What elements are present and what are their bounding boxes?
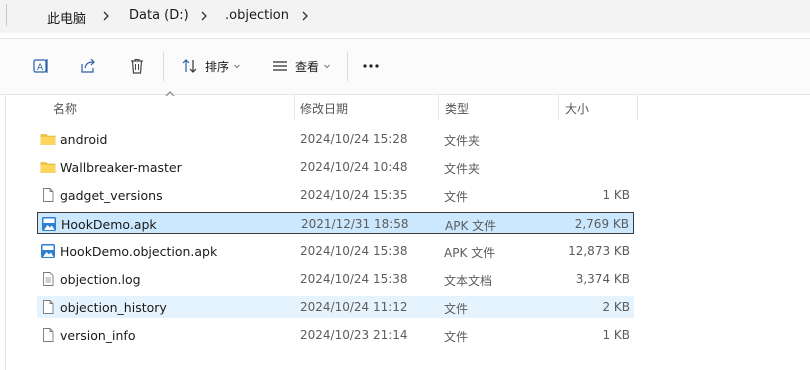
toolbar-separator <box>163 52 164 81</box>
file-type: 文件 <box>444 302 469 316</box>
breadcrumb-objection[interactable]: .objection <box>225 8 289 23</box>
chevron-right-icon[interactable] <box>99 9 113 23</box>
file-name: HookDemo.apk <box>61 217 157 232</box>
file-row[interactable]: objection_history 2024/10/24 11:12 文件 2 KB <box>37 296 634 318</box>
apk-icon <box>40 243 56 259</box>
file-type: 文件夹 <box>444 134 481 148</box>
view-icon <box>272 61 287 71</box>
file-name: android <box>60 132 108 147</box>
chevron-down-icon <box>234 64 240 69</box>
file-modified-date: 2024/10/24 15:38 <box>300 272 408 286</box>
toolbar-separator <box>347 52 348 81</box>
column-header-date[interactable]: 修改日期 <box>300 100 348 117</box>
file-type: 文件 <box>444 190 469 204</box>
file-row[interactable]: HookDemo.apk 2021/12/31 18:58 APK 文件 2,769 … <box>37 212 634 234</box>
file-modified-date: 2024/10/24 15:38 <box>300 244 408 258</box>
file-row[interactable]: Wallbreaker-master 2024/10/24 10:48 文件夹 <box>37 156 634 178</box>
file-name: gadget_versions <box>60 188 163 203</box>
trash-icon <box>131 58 143 74</box>
file-name: version_info <box>60 328 136 343</box>
file-modified-date: 2024/10/23 21:14 <box>300 328 408 342</box>
file-name: Wallbreaker-master <box>60 160 182 175</box>
file-icon <box>40 299 56 315</box>
column-divider[interactable] <box>637 94 638 120</box>
text-file-icon <box>40 271 56 287</box>
address-bar[interactable]: 此电脑 Data (D:) .objection <box>0 0 810 33</box>
chevron-right-icon[interactable] <box>197 9 211 23</box>
list-left-border <box>5 94 6 370</box>
share-button[interactable] <box>75 51 101 81</box>
file-row[interactable]: gadget_versions 2024/10/24 15:35 文件 1 KB <box>37 184 634 206</box>
column-divider[interactable] <box>558 94 559 120</box>
file-row[interactable]: version_info 2024/10/23 21:14 文件 1 KB <box>37 324 634 346</box>
folder-icon <box>40 131 56 147</box>
file-modified-date: 2024/10/24 11:12 <box>300 300 408 314</box>
delete-button[interactable] <box>124 51 150 81</box>
rename-icon: A <box>33 59 48 73</box>
file-row[interactable]: HookDemo.objection.apk 2024/10/24 15:38 AP… <box>37 240 634 262</box>
file-name: HookDemo.objection.apk <box>60 244 218 259</box>
file-row[interactable]: android 2024/10/24 15:28 文件夹 <box>37 128 634 150</box>
file-type: APK 文件 <box>445 219 497 233</box>
file-size: 1 KB <box>602 328 630 342</box>
file-size: 2,769 KB <box>574 217 629 231</box>
column-header-type[interactable]: 类型 <box>445 100 469 117</box>
view-button[interactable]: 查看 <box>266 51 336 81</box>
file-modified-date: 2024/10/24 15:35 <box>300 188 408 202</box>
chevron-down-icon <box>324 64 330 69</box>
file-size: 1 KB <box>602 188 630 202</box>
file-modified-date: 2024/10/24 10:48 <box>300 160 408 174</box>
file-modified-date: 2021/12/31 18:58 <box>301 217 409 231</box>
column-divider[interactable] <box>438 94 439 120</box>
file-name: objection.log <box>60 272 141 287</box>
more-options-button[interactable] <box>357 51 385 81</box>
sort-icon <box>182 59 197 73</box>
rename-button[interactable]: A <box>28 51 54 81</box>
file-size: 2 KB <box>602 300 630 314</box>
file-icon <box>40 327 56 343</box>
breadcrumb-data-drive[interactable]: Data (D:) <box>129 8 189 23</box>
sort-button[interactable]: 排序 <box>176 51 246 81</box>
folder-icon <box>40 159 56 175</box>
file-name: objection_history <box>60 300 167 315</box>
sort-ascending-icon <box>165 91 175 97</box>
share-icon <box>81 58 95 73</box>
file-row[interactable]: objection.log 2024/10/24 15:38 文本文档 3,374 K… <box>37 268 634 290</box>
file-size: 3,374 KB <box>575 272 630 286</box>
file-type: 文件夹 <box>444 162 481 176</box>
file-icon <box>40 187 56 203</box>
address-bar-edge <box>0 4 7 26</box>
sort-label: 排序 <box>204 59 229 74</box>
file-modified-date: 2024/10/24 15:28 <box>300 132 408 146</box>
file-type: APK 文件 <box>444 246 496 260</box>
apk-icon <box>41 216 57 232</box>
column-header-size[interactable]: 大小 <box>565 100 589 117</box>
file-size: 12,873 KB <box>568 244 630 258</box>
file-type: 文件 <box>444 330 469 344</box>
more-icon <box>363 64 379 68</box>
column-header-name[interactable]: 名称 <box>53 100 77 117</box>
breadcrumb-this-pc[interactable]: 此电脑 <box>47 8 86 27</box>
column-divider[interactable] <box>294 94 295 120</box>
command-bar: A 排序 查看 <box>0 38 810 95</box>
file-type: 文本文档 <box>444 274 493 288</box>
view-label: 查看 <box>294 59 319 74</box>
chevron-right-icon[interactable] <box>298 9 312 23</box>
svg-text:A: A <box>37 63 44 73</box>
